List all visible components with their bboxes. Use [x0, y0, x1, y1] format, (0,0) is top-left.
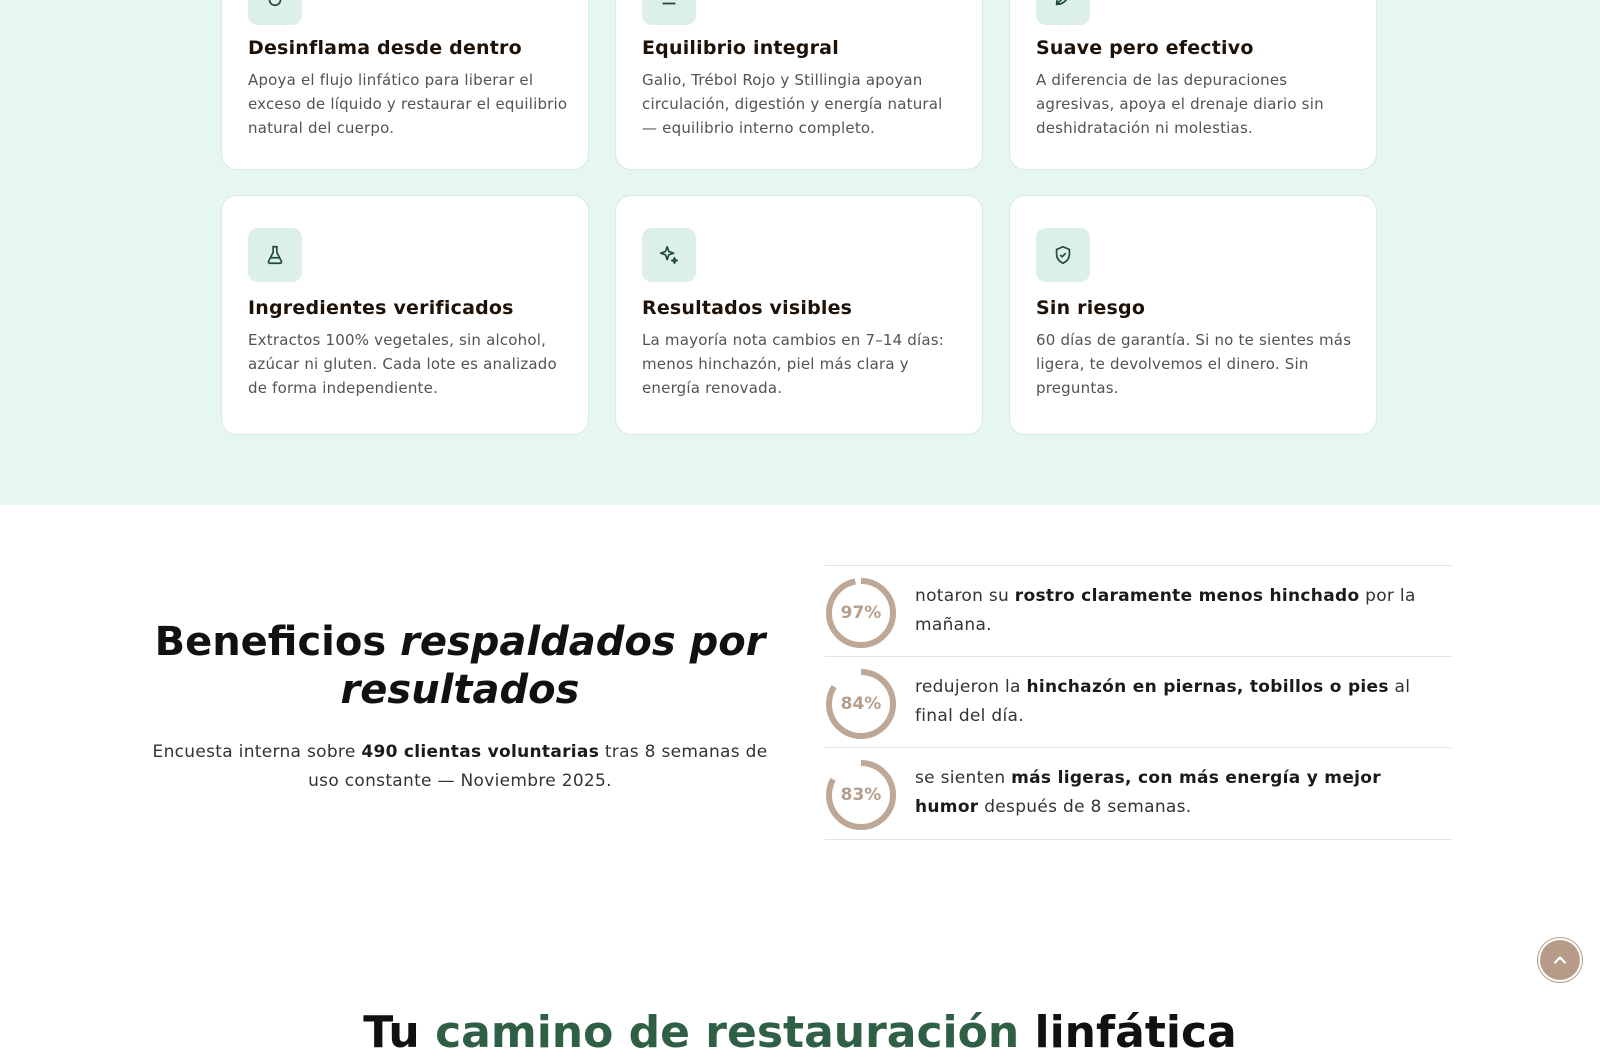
feature-description: Apoya el flujo linfático para liberar el… [248, 71, 568, 137]
next-section-heading: Tu camino de restauración linfática [363, 1006, 1237, 1058]
balance-icon [642, 0, 696, 25]
feature-card: Desinflama desde dentro Apoya el flujo l… [221, 0, 589, 170]
feature-card: Resultados visibles La mayoría nota camb… [615, 195, 983, 435]
sparkles-icon [642, 228, 696, 282]
feature-description: 60 días de garantía. Si no te sientes má… [1036, 331, 1352, 397]
stat-row: 83% se sienten más ligeras, con más ener… [825, 747, 1451, 840]
feature-title: Resultados visibles [642, 297, 853, 319]
progress-ring: 84% [825, 668, 897, 740]
next-section-heading-accent: camino de restauración [435, 1006, 1020, 1058]
scroll-to-top-button[interactable] [1540, 940, 1580, 980]
stat-percentage: 83% [840, 785, 882, 805]
stat-percentage: 97% [840, 603, 882, 623]
chevron-up-icon [1553, 956, 1567, 964]
drop-icon [248, 0, 302, 25]
feature-title: Suave pero efectivo [1036, 37, 1254, 59]
stat-text: notaron su rostro claramente menos hinch… [915, 586, 1416, 635]
leaf-icon [1036, 0, 1090, 25]
feature-card: Suave pero efectivo A diferencia de las … [1009, 0, 1377, 170]
feature-description: Galio, Trébol Rojo y Stillingia apoyan c… [642, 71, 943, 137]
feature-title: Equilibrio integral [642, 37, 839, 59]
shield-check-icon [1036, 228, 1090, 282]
feature-description: A diferencia de las depuraciones agresiv… [1036, 71, 1324, 137]
benefits-heading: Beneficios respaldados por resultados [154, 619, 766, 713]
features-section: Desinflama desde dentro Apoya el flujo l… [0, 0, 1600, 505]
benefits-survey-note: Encuesta interna sobre 490 clientas volu… [152, 742, 768, 791]
feature-description: Extractos 100% vegetales, sin alcohol, a… [248, 331, 557, 397]
feature-description: La mayoría nota cambios en 7–14 días: me… [642, 331, 945, 397]
feature-title: Ingredientes verificados [248, 297, 514, 319]
stat-row: 97% notaron su rostro claramente menos h… [825, 565, 1451, 656]
progress-ring: 83% [825, 759, 897, 831]
benefits-heading-italic: respaldados por resultados [340, 619, 766, 713]
stat-text: redujeron la hinchazón en piernas, tobil… [915, 677, 1411, 726]
feature-title: Sin riesgo [1036, 297, 1146, 319]
stat-text: se sienten más ligeras, con más energía … [915, 768, 1381, 817]
feature-card: Sin riesgo 60 días de garantía. Si no te… [1009, 195, 1377, 435]
progress-ring: 97% [825, 577, 897, 649]
benefits-intro: Beneficios respaldados por resultados En… [150, 618, 770, 796]
stat-percentage: 84% [840, 694, 882, 714]
flask-icon [248, 228, 302, 282]
feature-card: Ingredientes verificados Extractos 100% … [221, 195, 589, 435]
feature-title: Desinflama desde dentro [248, 37, 522, 59]
feature-card: Equilibrio integral Galio, Trébol Rojo y… [615, 0, 983, 170]
stat-row: 84% redujeron la hinchazón en piernas, t… [825, 656, 1451, 747]
stats-list: 97% notaron su rostro claramente menos h… [825, 565, 1451, 840]
